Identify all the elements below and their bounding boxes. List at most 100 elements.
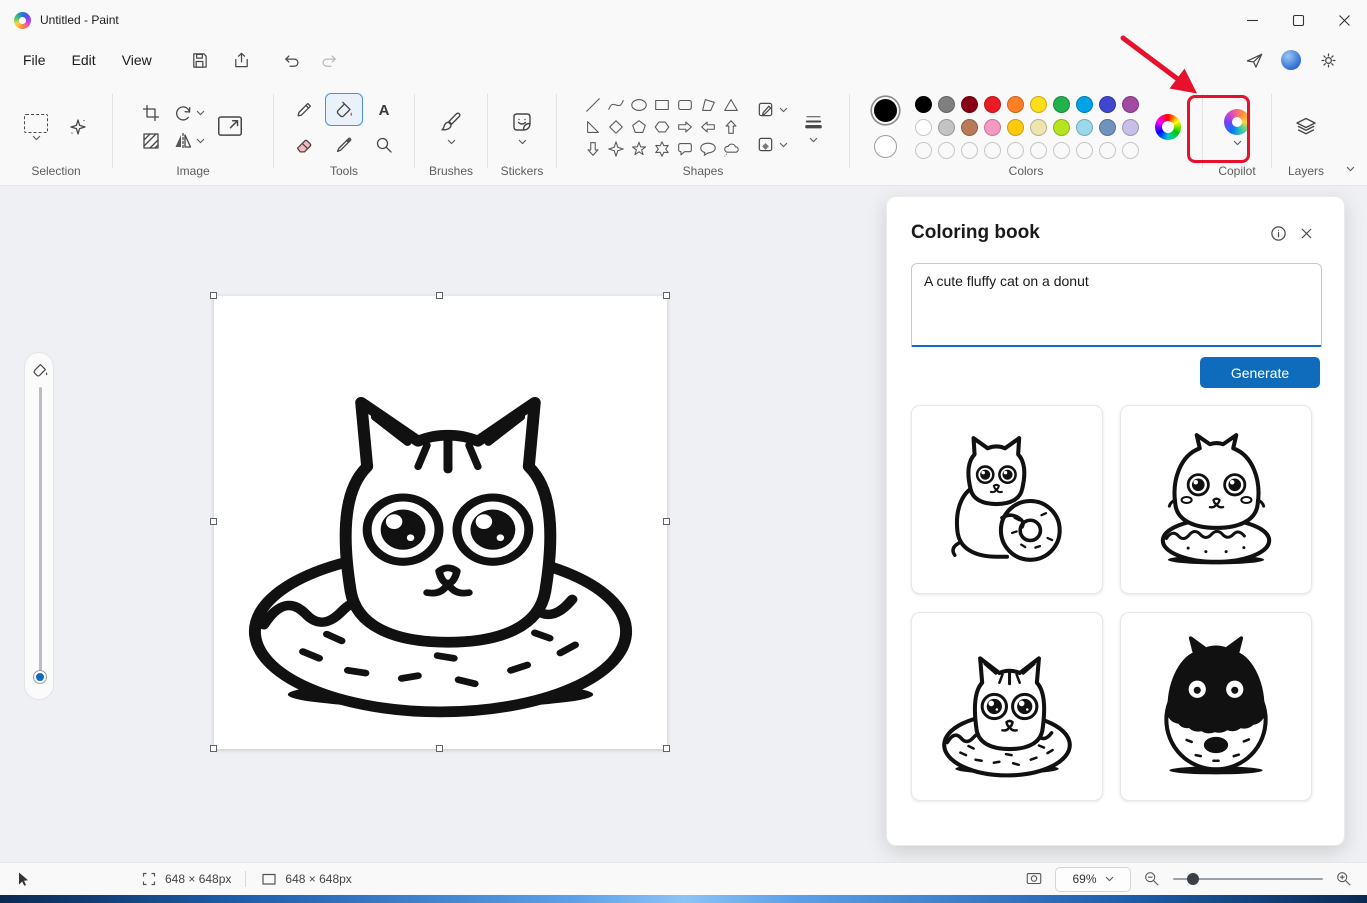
edit-colors-button[interactable]: [1155, 114, 1181, 140]
palette-empty-slot[interactable]: [1076, 142, 1093, 159]
size-slider-track[interactable]: [39, 387, 42, 671]
selection-handle-top-middle[interactable]: [436, 292, 443, 299]
selection-handle-top-right[interactable]: [663, 292, 670, 299]
shape-rounded-rectangle[interactable]: [674, 95, 696, 116]
palette-swatch[interactable]: [1099, 96, 1116, 113]
resize-canvas-button[interactable]: [215, 110, 245, 145]
generate-button[interactable]: Generate: [1200, 357, 1320, 388]
prompt-input[interactable]: A cute fluffy cat on a donut: [911, 263, 1322, 347]
menu-edit[interactable]: Edit: [59, 46, 109, 74]
magnifier-tool-button[interactable]: [366, 129, 402, 160]
shape-oval[interactable]: [628, 95, 650, 116]
zoom-level-dropdown[interactable]: 69%: [1055, 867, 1131, 892]
color-2-swatch[interactable]: [874, 135, 897, 158]
shape-triangle[interactable]: [720, 95, 742, 116]
fit-to-screen-button[interactable]: [1025, 870, 1043, 888]
shape-outline-button[interactable]: [754, 98, 790, 121]
shape-four-point-star[interactable]: [605, 139, 627, 160]
palette-empty-slot[interactable]: [915, 142, 932, 159]
palette-empty-slot[interactable]: [984, 142, 1001, 159]
shape-fill-button[interactable]: [754, 133, 790, 156]
redo-button[interactable]: [313, 45, 347, 75]
selection-handle-top-left[interactable]: [210, 292, 217, 299]
shape-arrow-down[interactable]: [582, 139, 604, 160]
palette-swatch[interactable]: [1007, 119, 1024, 136]
palette-swatch[interactable]: [1099, 119, 1116, 136]
pencil-tool-button[interactable]: [286, 94, 322, 125]
palette-swatch[interactable]: [915, 96, 932, 113]
share-button[interactable]: [225, 45, 259, 75]
palette-swatch[interactable]: [1007, 96, 1024, 113]
result-thumbnail-1[interactable]: [911, 405, 1103, 594]
shape-curve[interactable]: [605, 95, 627, 116]
settings-button[interactable]: [1311, 45, 1345, 75]
palette-swatch[interactable]: [1122, 96, 1139, 113]
palette-swatch[interactable]: [961, 96, 978, 113]
ribbon-collapse-button[interactable]: [1346, 159, 1355, 177]
magic-select-button[interactable]: [65, 114, 91, 140]
shape-rounded-speech-bubble[interactable]: [674, 139, 696, 160]
shape-oval-speech-bubble[interactable]: [697, 139, 719, 160]
maximize-button[interactable]: [1275, 0, 1321, 40]
layers-button[interactable]: [1294, 115, 1318, 139]
shape-arrow-right[interactable]: [674, 117, 696, 138]
shape-arrow-up[interactable]: [720, 117, 742, 138]
size-slider-thumb[interactable]: [34, 671, 46, 683]
zoom-slider[interactable]: [1173, 872, 1323, 886]
menu-file[interactable]: File: [10, 46, 59, 74]
shape-pentagon[interactable]: [628, 117, 650, 138]
info-button[interactable]: [1264, 219, 1292, 247]
save-button[interactable]: [183, 45, 217, 75]
shape-arrow-left[interactable]: [697, 117, 719, 138]
shape-six-point-star[interactable]: [651, 139, 673, 160]
shape-polygon[interactable]: [697, 95, 719, 116]
canvas[interactable]: [214, 296, 667, 749]
result-thumbnail-3[interactable]: [911, 612, 1103, 801]
color-picker-tool-button[interactable]: [326, 129, 362, 160]
flip-button[interactable]: [173, 131, 205, 151]
shape-hexagon[interactable]: [651, 117, 673, 138]
account-avatar[interactable]: [1281, 50, 1301, 70]
selection-handle-bottom-left[interactable]: [210, 745, 217, 752]
shape-diamond[interactable]: [605, 117, 627, 138]
palette-empty-slot[interactable]: [1007, 142, 1024, 159]
palette-swatch[interactable]: [1030, 119, 1047, 136]
feedback-button[interactable]: [1237, 45, 1271, 75]
shape-rectangle[interactable]: [651, 95, 673, 116]
fill-tool-button[interactable]: [326, 94, 362, 125]
menu-view[interactable]: View: [109, 46, 165, 74]
palette-empty-slot[interactable]: [1053, 142, 1070, 159]
selection-handle-bottom-right[interactable]: [663, 745, 670, 752]
palette-swatch[interactable]: [1053, 119, 1070, 136]
result-thumbnail-4[interactable]: [1120, 612, 1312, 801]
eraser-tool-button[interactable]: [286, 129, 322, 160]
palette-swatch[interactable]: [1030, 96, 1047, 113]
palette-empty-slot[interactable]: [938, 142, 955, 159]
minimize-button[interactable]: [1229, 0, 1275, 40]
shape-right-triangle[interactable]: [582, 117, 604, 138]
shape-line[interactable]: [582, 95, 604, 116]
palette-swatch[interactable]: [915, 119, 932, 136]
resize-skew-button[interactable]: [141, 131, 161, 151]
zoom-out-button[interactable]: [1143, 870, 1161, 888]
color-1-swatch[interactable]: [872, 97, 899, 124]
palette-swatch[interactable]: [984, 96, 1001, 113]
palette-swatch[interactable]: [938, 96, 955, 113]
stroke-size-button[interactable]: [802, 110, 825, 145]
palette-empty-slot[interactable]: [961, 142, 978, 159]
zoom-in-button[interactable]: [1335, 870, 1353, 888]
undo-button[interactable]: [275, 45, 309, 75]
zoom-slider-thumb[interactable]: [1187, 873, 1199, 885]
text-tool-button[interactable]: A: [366, 94, 402, 125]
palette-swatch[interactable]: [1076, 119, 1093, 136]
palette-empty-slot[interactable]: [1030, 142, 1047, 159]
shape-thought-bubble[interactable]: [720, 139, 742, 160]
rotate-button[interactable]: [173, 103, 205, 123]
palette-empty-slot[interactable]: [1099, 142, 1116, 159]
selection-handle-middle-right[interactable]: [663, 518, 670, 525]
stickers-button[interactable]: [510, 110, 534, 145]
palette-swatch[interactable]: [1076, 96, 1093, 113]
result-thumbnail-2[interactable]: [1120, 405, 1312, 594]
copilot-button[interactable]: [1224, 109, 1250, 146]
close-button[interactable]: [1321, 0, 1367, 40]
